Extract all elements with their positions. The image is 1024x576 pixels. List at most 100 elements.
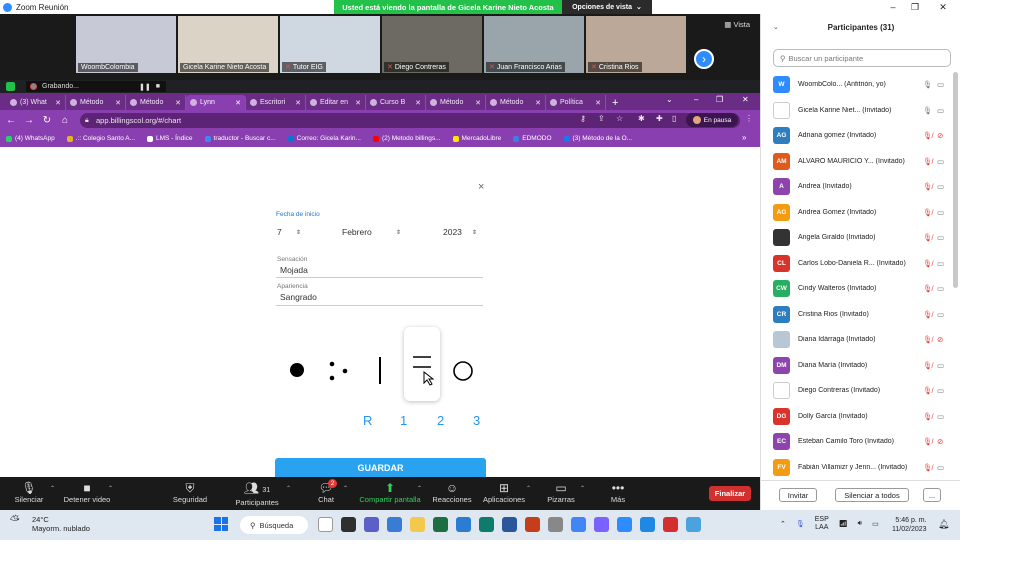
save-button[interactable]: GUARDAR bbox=[275, 458, 486, 477]
mic-muted-icon[interactable]: 🎙︎̸ bbox=[923, 335, 933, 344]
participant-row[interactable]: AM ALVARO MAURICIO Y... (Invitado) 🎙︎̸ ▭ bbox=[773, 149, 953, 174]
video-camera-icon[interactable]: ▭ bbox=[937, 182, 944, 191]
browser-tab[interactable]: Método ✕ bbox=[486, 95, 546, 110]
rating-3[interactable]: 3 bbox=[473, 413, 480, 428]
profile-paused-button[interactable]: En pausa bbox=[686, 113, 738, 127]
apps-caret-icon[interactable]: ⌃ bbox=[526, 485, 531, 492]
tab-close-icon[interactable]: ✕ bbox=[55, 99, 61, 107]
video-camera-icon[interactable]: ▭ bbox=[937, 284, 944, 293]
participant-search-input[interactable]: ⚲ Buscar un participante bbox=[773, 49, 951, 67]
video-off-icon[interactable]: ⊘ bbox=[937, 131, 943, 140]
taskbar-app-icon[interactable] bbox=[387, 517, 402, 532]
taskbar-app-icon[interactable] bbox=[525, 517, 540, 532]
appearance-field[interactable]: Sangrado bbox=[280, 292, 317, 302]
key-icon[interactable]: ⚷ bbox=[580, 114, 586, 123]
close-form-button[interactable]: × bbox=[478, 181, 484, 193]
video-tile[interactable]: ✕ Tutor EIG bbox=[280, 16, 380, 73]
taskbar-app-icon[interactable] bbox=[456, 517, 471, 532]
view-button[interactable]: ▦ Vista bbox=[724, 20, 750, 29]
participant-row[interactable]: A Andrea (Invitado) 🎙︎̸ ▭ bbox=[773, 174, 953, 199]
start-button[interactable] bbox=[214, 517, 228, 531]
pause-icon[interactable]: ❚❚ bbox=[139, 83, 151, 91]
participant-row[interactable]: FV Fabián Villamizr y Jenn... (Invitado) 🎙… bbox=[773, 455, 953, 480]
participant-row[interactable]: EC Esteban Camilo Toro (Invitado) 🎙︎̸ ⊘ bbox=[773, 429, 953, 454]
mic-muted-icon[interactable]: 🎙︎̸ bbox=[923, 437, 933, 446]
video-camera-icon[interactable]: ▭ bbox=[937, 259, 944, 268]
language-indicator[interactable]: ESP LAA bbox=[815, 516, 829, 532]
tab-close-icon[interactable]: ✕ bbox=[475, 99, 481, 107]
rating-2[interactable]: 2 bbox=[437, 413, 444, 428]
participant-row[interactable]: CL Carlos Lobo-Daniela R... (Invitado) 🎙︎̸… bbox=[773, 251, 953, 276]
mic-muted-icon[interactable]: 🎙︎̸ bbox=[923, 259, 933, 268]
mic-muted-icon[interactable]: 🎙︎̸ bbox=[923, 182, 933, 191]
microphone-icon[interactable]: 🎙︎ bbox=[923, 106, 933, 115]
browser-tab[interactable]: Método ✕ bbox=[126, 95, 186, 110]
video-off-icon[interactable]: ⊘ bbox=[937, 437, 943, 446]
video-camera-icon[interactable]: ▭ bbox=[937, 208, 944, 217]
taskbar-app-icon[interactable] bbox=[433, 517, 448, 532]
more-options-button[interactable]: ... bbox=[923, 488, 941, 502]
stop-icon[interactable]: ■ bbox=[156, 83, 160, 90]
tab-close-icon[interactable]: ✕ bbox=[415, 99, 421, 107]
video-camera-icon[interactable]: ▭ bbox=[937, 412, 944, 421]
sensation-field[interactable]: Mojada bbox=[280, 265, 308, 275]
mute-caret-icon[interactable]: ⌃ bbox=[50, 485, 55, 492]
mic-muted-icon[interactable]: 🎙︎̸ bbox=[923, 284, 933, 293]
rating-1[interactable]: 1 bbox=[400, 413, 407, 428]
participant-row[interactable]: AG Andrea Gomez (Invitado) 🎙︎̸ ▭ bbox=[773, 200, 953, 225]
microphone-icon[interactable]: 🎙︎ bbox=[923, 80, 933, 89]
volume-icon[interactable]: 🔊︎ bbox=[858, 520, 862, 528]
symbol-horizontal-lines[interactable] bbox=[410, 353, 434, 387]
browser-close-button[interactable]: ✕ bbox=[742, 95, 749, 104]
video-camera-icon[interactable]: ▭ bbox=[937, 106, 944, 115]
bookmark[interactable]: (4) WhatsApp bbox=[6, 135, 55, 142]
stop-video-button[interactable]: ■ Detener video bbox=[62, 481, 112, 504]
mic-muted-icon[interactable]: 🎙︎̸ bbox=[923, 412, 933, 421]
browser-tab[interactable]: Lynn ✕ bbox=[186, 95, 246, 110]
mic-muted-icon[interactable]: 🎙︎̸ bbox=[923, 233, 933, 242]
video-camera-icon[interactable]: ▭ bbox=[937, 233, 944, 242]
security-button[interactable]: ⛨ Seguridad bbox=[170, 481, 210, 504]
mute-all-button[interactable]: Silenciar a todos bbox=[835, 488, 909, 502]
taskbar-app-icon[interactable] bbox=[341, 517, 356, 532]
tab-close-icon[interactable]: ✕ bbox=[115, 99, 121, 107]
participant-row[interactable]: AG Adriana gomez (Invitado) 🎙︎̸ ⊘ bbox=[773, 123, 953, 148]
new-tab-button[interactable]: + bbox=[612, 95, 618, 110]
taskbar-app-icon[interactable] bbox=[364, 517, 379, 532]
reload-icon[interactable]: ↻ bbox=[40, 115, 54, 126]
symbol-vertical-line[interactable] bbox=[374, 356, 386, 386]
bookmarks-more[interactable]: » bbox=[742, 133, 746, 142]
participant-row[interactable]: Diana Idárraga (Invitado) 🎙︎̸ ⊘ bbox=[773, 327, 953, 352]
video-tile[interactable]: ✕ Juan Francisco Arias bbox=[484, 16, 584, 73]
video-camera-icon[interactable]: ▭ bbox=[937, 386, 944, 395]
bookmark[interactable]: traductor - Buscar c... bbox=[204, 135, 276, 142]
video-camera-icon[interactable]: ▭ bbox=[937, 310, 944, 319]
apps-button[interactable]: ⊞ Aplicaciones bbox=[482, 481, 526, 504]
star-icon[interactable]: ☆ bbox=[616, 114, 623, 123]
chat-caret-icon[interactable]: ⌃ bbox=[343, 485, 348, 492]
tab-close-icon[interactable]: ✕ bbox=[175, 99, 181, 107]
symbol-filled-dot[interactable] bbox=[288, 361, 306, 379]
view-options-button[interactable]: Opciones de vista ⌄ bbox=[562, 0, 652, 14]
taskbar-app-icon[interactable] bbox=[318, 517, 333, 532]
bookmark[interactable]: MercadoLibre bbox=[452, 135, 501, 142]
taskbar-search[interactable]: ⚲ Búsqueda bbox=[240, 516, 308, 534]
participants-scrollbar[interactable] bbox=[953, 72, 958, 288]
extension-icon[interactable]: ✱ bbox=[638, 114, 645, 123]
tab-close-icon[interactable]: ✕ bbox=[295, 99, 301, 107]
mic-tray-icon[interactable]: 🎙︎ bbox=[796, 520, 805, 528]
maximize-button[interactable]: ❐ bbox=[902, 0, 928, 14]
mic-muted-icon[interactable]: 🎙︎̸ bbox=[923, 386, 933, 395]
wifi-icon[interactable]: 📶︎ bbox=[839, 520, 848, 528]
participants-caret-icon[interactable]: ⌃ bbox=[286, 485, 291, 492]
taskbar-app-icon[interactable] bbox=[617, 517, 632, 532]
sidebar-icon[interactable]: ▯ bbox=[672, 114, 676, 123]
video-camera-icon[interactable]: ▭ bbox=[937, 361, 944, 370]
video-camera-icon[interactable]: ▭ bbox=[937, 463, 944, 472]
menu-dots-icon[interactable]: ⋮ bbox=[745, 114, 753, 123]
mic-muted-icon[interactable]: 🎙︎̸ bbox=[923, 157, 933, 166]
video-tile[interactable]: ✕ Diego Contreras bbox=[382, 16, 482, 73]
reactions-button[interactable]: ☺︎ Reacciones bbox=[432, 481, 472, 504]
rating-r[interactable]: R bbox=[363, 413, 372, 428]
end-meeting-button[interactable]: Finalizar bbox=[709, 486, 751, 501]
